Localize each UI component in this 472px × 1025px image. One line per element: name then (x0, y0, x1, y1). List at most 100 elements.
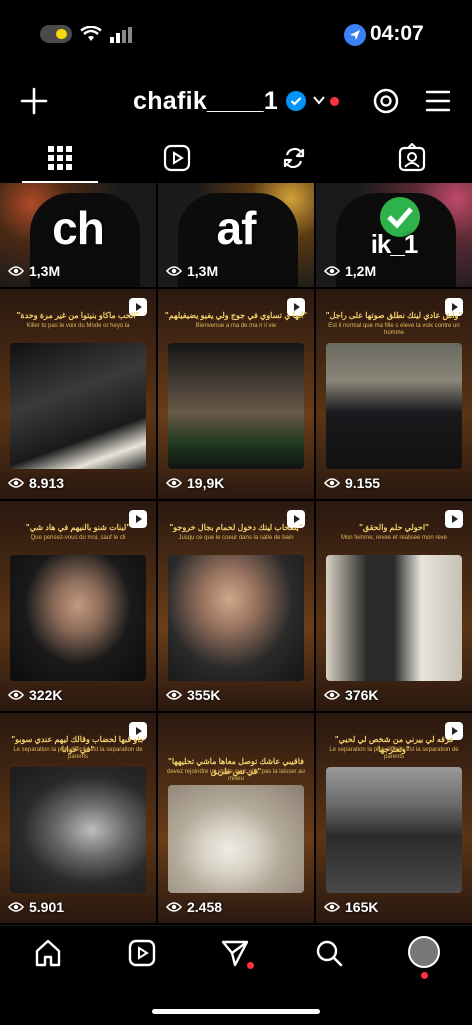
post-caption: "واش عادي ليتك نطلق صوتها على راجل" (325, 311, 463, 320)
signal-icon (110, 27, 132, 43)
post-thumbnail (326, 555, 462, 681)
view-count: 5.901 (8, 899, 64, 915)
view-count-text: 19,9K (187, 475, 225, 491)
grid-post-3[interactable]: ik_1 1,2M (316, 183, 472, 287)
view-count: 1,3M (166, 263, 218, 279)
grid-post-11[interactable]: "فاقيبي عاشك توصل معاها ماشي تحليهها في … (158, 713, 314, 923)
post-thumbnail (168, 785, 304, 893)
grid-overlay-text: ch (52, 202, 105, 254)
view-count: 355K (166, 687, 220, 703)
grid-post-4[interactable]: "الحب ماكاو بنيتوا من غير مرة وحدة" Kill… (0, 289, 156, 499)
view-count-text: 8.913 (29, 475, 65, 491)
post-caption: "الحب ماكاو بنيتوا من غير مرة وحدة" (16, 311, 140, 320)
view-count-text: 355K (187, 687, 221, 703)
create-plus-icon[interactable] (20, 87, 48, 115)
profile-notification-dot (421, 972, 428, 979)
posts-grid: ch 1,3M af 1,3M ik_1 1,2M "الحب ماكاو بن… (0, 183, 472, 923)
status-time: 04:07 (370, 22, 424, 45)
post-subcaption: devez rejoindre un stade avec elle, pas … (167, 769, 305, 783)
location-icon (344, 24, 366, 46)
messages-notification-dot (247, 962, 254, 969)
post-thumbnail (326, 343, 462, 469)
grid-post-12[interactable]: "فرقه لي بيرني من شخص لي لحبي وتعترجها" … (316, 713, 472, 923)
tab-tagged-icon[interactable] (397, 143, 427, 173)
view-count-text: 376K (345, 687, 379, 703)
profile-header: chafik____1 (0, 75, 472, 131)
eye-icon (8, 478, 24, 488)
view-count-text: 1,3M (29, 263, 61, 279)
tab-reels-icon[interactable] (162, 143, 192, 173)
post-caption: "يصحاب ليتك دخول لحمام بجال خروجو" (169, 523, 303, 532)
reels-nav-icon[interactable] (127, 938, 157, 968)
post-subcaption: Que pensez-vous du moi, sauf le cli (30, 535, 126, 541)
view-count-text: 1,3M (187, 263, 219, 279)
tab-posts-grid-icon[interactable] (45, 143, 75, 173)
post-subcaption: Est il normal que ma fille s eleve la vo… (328, 323, 460, 337)
eye-icon (8, 690, 24, 700)
view-count: 165K (324, 899, 378, 915)
home-indicator-bar (152, 1009, 320, 1014)
post-caption: "لبنات شنو بالنيهم في هاد شي" (25, 523, 131, 532)
dynamic-island-indicator (40, 25, 72, 43)
post-thumbnail (10, 343, 146, 469)
post-subcaption: Le separation la plus difficile est la s… (13, 747, 143, 761)
threads-icon[interactable] (372, 87, 400, 115)
post-thumbnail (168, 555, 304, 681)
post-thumbnail (168, 343, 304, 469)
status-bar: 04:07 (0, 0, 472, 70)
post-thumbnail (10, 555, 146, 681)
account-notification-dot (330, 97, 339, 106)
profile-avatar[interactable] (408, 936, 440, 968)
profile-tabs (0, 135, 472, 183)
view-count-text: 5.901 (29, 899, 65, 915)
search-icon[interactable] (314, 938, 344, 968)
view-count: 2.458 (166, 899, 222, 915)
view-count: 376K (324, 687, 378, 703)
eye-icon (324, 478, 340, 488)
eye-icon (324, 266, 340, 276)
chevron-down-icon[interactable] (312, 93, 326, 107)
eye-icon (8, 266, 24, 276)
hamburger-menu-icon[interactable] (425, 89, 451, 113)
grid-post-7[interactable]: "لبنات شنو بالنيهم في هاد شي" Que pensez… (0, 501, 156, 711)
post-thumbnail (326, 767, 462, 893)
view-count-text: 9.155 (345, 475, 381, 491)
grid-post-6[interactable]: "واش عادي ليتك نطلق صوتها على راجل" Est … (316, 289, 472, 499)
verified-badge-icon (286, 91, 306, 111)
post-caption: "انها ي تساوي في جوج ولي يفيو يضيفيلهم" (164, 311, 308, 320)
post-subcaption: Bienvenue a ma de ma n il vie (195, 323, 277, 329)
grid-post-5[interactable]: "انها ي تساوي في جوج ولي يفيو يضيفيلهم" … (158, 289, 314, 499)
grid-post-10[interactable]: "جاو قبها لحضاب وقالك ليهم عندي سوبو في … (0, 713, 156, 923)
bottom-navigation (0, 925, 472, 1025)
direct-messages-icon[interactable] (220, 938, 250, 968)
eye-icon (166, 478, 182, 488)
view-count-text: 2.458 (187, 899, 223, 915)
view-count-text: 322K (29, 687, 63, 703)
post-subcaption: Killer to pas le voix du Mode or heyo la (26, 323, 130, 329)
view-count: 1,3M (8, 263, 60, 279)
eye-icon (324, 690, 340, 700)
home-icon[interactable] (33, 938, 63, 968)
view-count-text: 165K (345, 899, 379, 915)
eye-icon (324, 902, 340, 912)
post-subcaption: Mon femme, revee et realisee mon reve (340, 535, 448, 541)
grid-post-1[interactable]: ch 1,3M (0, 183, 156, 287)
wifi-icon (80, 26, 102, 41)
grid-overlay-text: af (216, 202, 257, 254)
grid-post-8[interactable]: "يصحاب ليتك دخول لحمام بجال خروجو" Jusqu… (158, 501, 314, 711)
view-count: 322K (8, 687, 62, 703)
grid-post-2[interactable]: af 1,3M (158, 183, 314, 287)
view-count: 19,9K (166, 475, 224, 491)
tab-reposts-icon[interactable] (279, 143, 309, 173)
view-count: 9.155 (324, 475, 380, 491)
eye-icon (166, 902, 182, 912)
view-count: 8.913 (8, 475, 64, 491)
post-thumbnail (10, 767, 146, 893)
eye-icon (166, 690, 182, 700)
post-subcaption: Jusqu ce que le coeur dans la salle de b… (178, 535, 294, 541)
grid-post-9[interactable]: "احولي حلم والحقق" Mon femme, revee et r… (316, 501, 472, 711)
eye-icon (8, 902, 24, 912)
username-title[interactable]: chafik____1 (133, 87, 278, 116)
view-count: 1,2M (324, 263, 376, 279)
post-caption: "احولي حلم والحقق" (359, 523, 429, 532)
